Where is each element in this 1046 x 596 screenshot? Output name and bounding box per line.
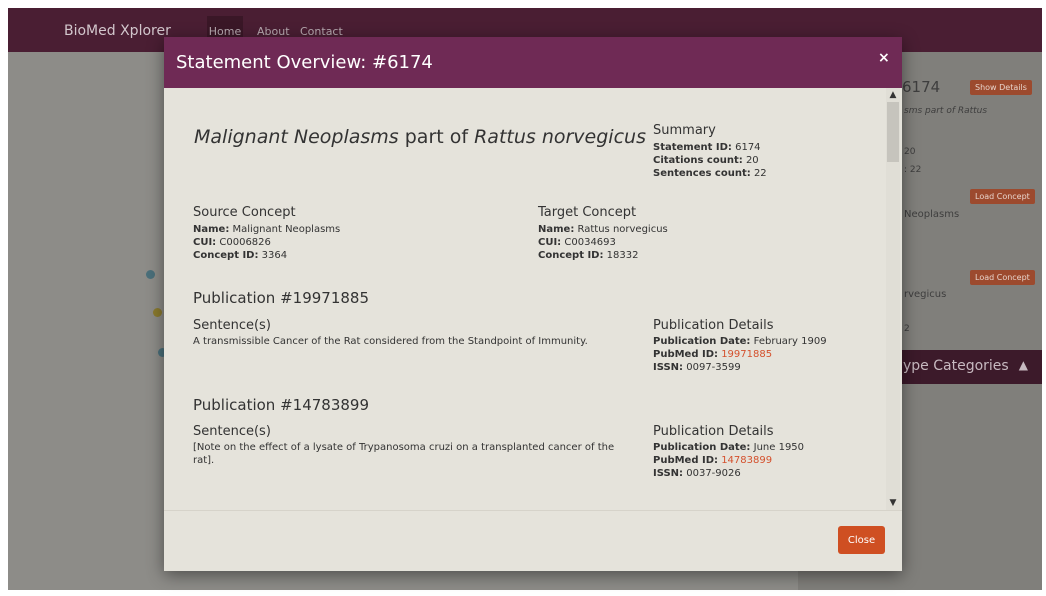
modal-scrollbar[interactable]: ▲ ▼: [886, 88, 900, 510]
pubmed-link[interactable]: 19971885: [721, 349, 772, 360]
load-target-concept-button[interactable]: Load Concept: [970, 270, 1035, 285]
types-categories-header[interactable]: ype Categories ▲: [895, 350, 1042, 384]
modal-footer: Close: [164, 510, 902, 571]
show-details-button[interactable]: Show Details: [970, 80, 1032, 95]
chevron-up-icon[interactable]: ▲: [1019, 358, 1028, 372]
details-heading: Publication Details: [653, 424, 774, 439]
target-name-row: Name: Rattus norvegicus: [538, 224, 668, 235]
source-concept-id-row: Concept ID: 3364: [193, 250, 288, 261]
load-source-concept-button[interactable]: Load Concept: [970, 189, 1035, 204]
details-heading: Publication Details: [653, 318, 774, 333]
side-citations: 20: [904, 147, 916, 157]
statement-overview-modal: Statement Overview: #6174 × Malignant Ne…: [164, 37, 902, 571]
side-target: rvegicus: [904, 289, 947, 300]
sentences-row: Sentences count: 22: [653, 168, 767, 179]
graph-node: [146, 270, 155, 279]
summary-block: Summary Statement ID: 6174 Citations cou…: [653, 123, 767, 180]
modal-body[interactable]: Malignant Neoplasms part of Rattus norve…: [164, 88, 902, 510]
pubmed-link[interactable]: 14783899: [721, 455, 772, 466]
statement-subject: Malignant Neoplasms: [194, 126, 399, 148]
publication-heading: Publication #19971885: [193, 289, 370, 307]
summary-heading: Summary: [653, 123, 716, 138]
statement-predicate: part of: [404, 126, 469, 148]
sentence-text: A transmissible Cancer of the Rat consid…: [193, 336, 588, 347]
pubmed-id-row: PubMed ID: 14783899: [653, 455, 773, 466]
scroll-fade: [164, 490, 884, 510]
close-button[interactable]: Close: [838, 526, 885, 554]
scroll-thumb[interactable]: [887, 102, 899, 162]
scroll-down-icon[interactable]: ▼: [886, 498, 900, 508]
side-sentences: : 22: [904, 165, 922, 175]
source-concept-block: Source Concept Name: Malignant Neoplasms…: [193, 205, 340, 262]
statement-heading: Malignant Neoplasms part of Rattus norve…: [194, 126, 646, 148]
types-categories-label: ype Categories: [903, 358, 1009, 374]
publication-sentences: Sentence(s) A transmissible Cancer of th…: [193, 318, 623, 348]
side-statement-title: 6174: [902, 78, 941, 96]
close-icon[interactable]: ×: [878, 50, 890, 66]
statement-id-row: Statement ID: 6174: [653, 142, 761, 153]
publication-details: Publication Details Publication Date: Ju…: [653, 424, 804, 480]
target-cui-row: CUI: C0034693: [538, 237, 616, 248]
graph-node: [153, 308, 162, 317]
side-subtitle: sms part of Rattus: [904, 106, 988, 116]
side-id: 2: [904, 324, 910, 334]
modal-title: Statement Overview: #6174: [176, 52, 433, 73]
publication-sentences: Sentence(s) [Note on the effect of a lys…: [193, 424, 623, 467]
target-concept-id-row: Concept ID: 18332: [538, 250, 639, 261]
source-cui-row: CUI: C0006826: [193, 237, 271, 248]
citations-row: Citations count: 20: [653, 155, 759, 166]
scroll-up-icon[interactable]: ▲: [886, 90, 900, 100]
statement-object: Rattus norvegicus: [474, 126, 646, 148]
modal-header: Statement Overview: #6174 ×: [164, 37, 902, 88]
target-heading: Target Concept: [538, 205, 637, 220]
publication-details: Publication Details Publication Date: Fe…: [653, 318, 827, 374]
publication-heading: Publication #14783899: [193, 396, 370, 414]
source-name-row: Name: Malignant Neoplasms: [193, 224, 341, 235]
publication-date-row: Publication Date: February 1909: [653, 336, 827, 347]
issn-row: ISSN: 0037-9026: [653, 468, 741, 479]
source-heading: Source Concept: [193, 205, 296, 220]
sentences-heading: Sentence(s): [193, 318, 271, 333]
sentence-text: [Note on the effect of a lysate of Trypa…: [193, 442, 615, 466]
publication-date-row: Publication Date: June 1950: [653, 442, 805, 453]
brand-logo[interactable]: BioMed Xplorer: [64, 23, 171, 39]
issn-row: ISSN: 0097-3599: [653, 362, 741, 373]
side-source: Neoplasms: [904, 209, 960, 220]
target-concept-block: Target Concept Name: Rattus norvegicus C…: [538, 205, 668, 262]
sentences-heading: Sentence(s): [193, 424, 271, 439]
pubmed-id-row: PubMed ID: 19971885: [653, 349, 773, 360]
